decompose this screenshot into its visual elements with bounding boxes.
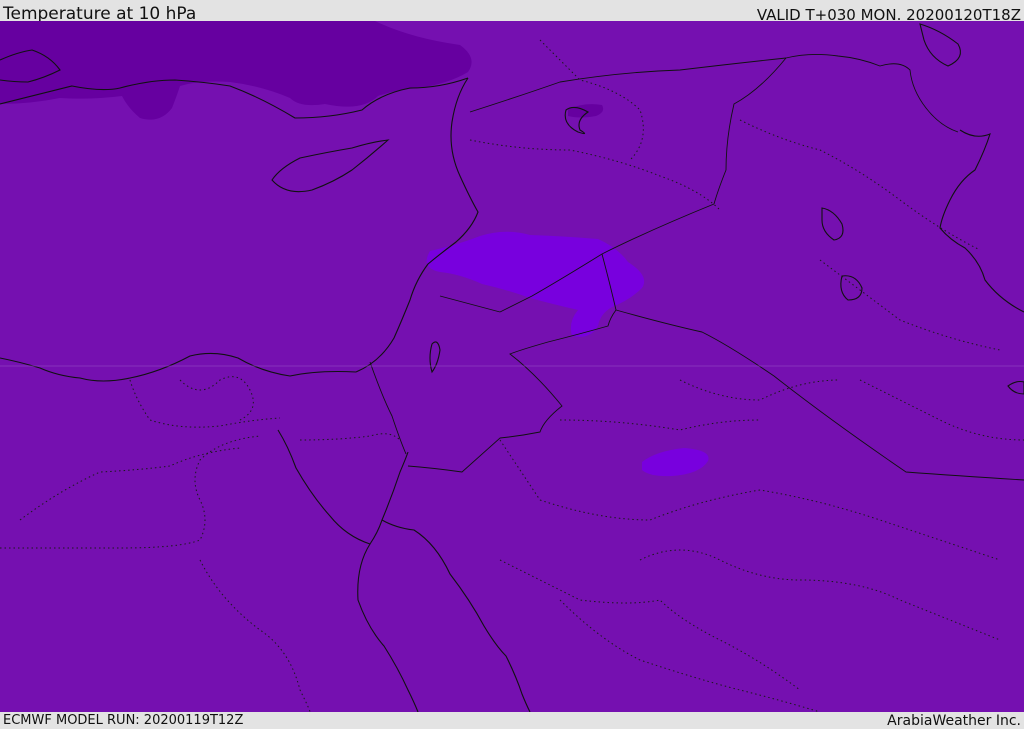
map-svg xyxy=(0,21,1024,712)
credit-label: ArabiaWeather Inc. xyxy=(887,713,1021,729)
model-run-label: ECMWF MODEL RUN: 20200119T12Z xyxy=(3,713,244,728)
header-bar: Temperature at 10 hPa VALID T+030 MON. 2… xyxy=(0,0,1024,24)
footer-bar: ECMWF MODEL RUN: 20200119T12Z ArabiaWeat… xyxy=(0,712,1024,729)
map-canvas xyxy=(0,21,1024,712)
base-temperature-field xyxy=(0,21,1024,712)
